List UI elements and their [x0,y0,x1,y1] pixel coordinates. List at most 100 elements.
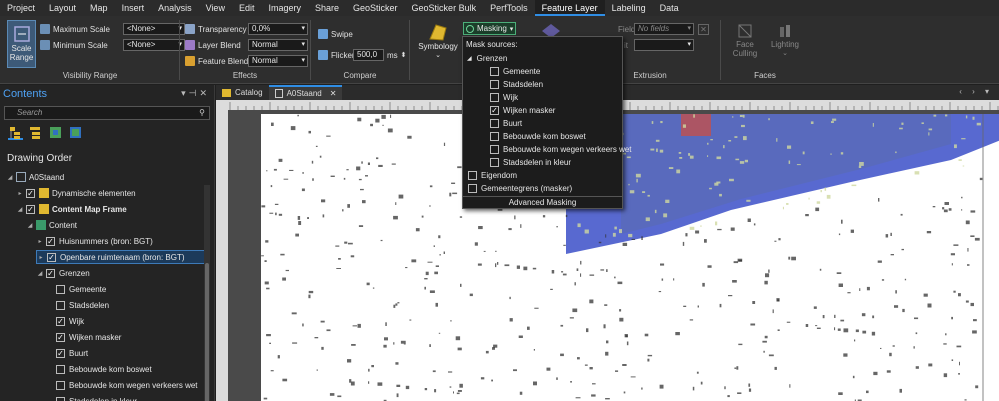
layer-blend-combo[interactable]: Normal ▾ [248,39,308,51]
layer-tree-item[interactable]: Gemeente [46,282,106,296]
field-combo[interactable]: No fields ▾ [634,23,694,35]
expand-icon[interactable]: ◢ [467,55,472,62]
layer-tree-item[interactable]: ◢ ✓ Grenzen [36,266,90,280]
transparency-input[interactable]: 0,0% ▾ [248,23,308,35]
masking-button[interactable]: Masking ▾ [463,22,516,35]
search-icon[interactable]: ⚲ [199,107,205,119]
mask-source-item[interactable]: Gemeente [490,65,540,78]
scrollbar-thumb[interactable] [205,263,209,401]
mask-source-checkbox[interactable] [490,145,499,154]
menu-item-view[interactable]: View [199,0,232,16]
visibility-checkbox[interactable]: ✓ [56,316,65,326]
tab-a0staand[interactable]: A0Staand ✕ [268,85,343,100]
layer-tree-item[interactable]: Bebouwde kom boswet [46,362,152,376]
mask-source-checkbox[interactable] [468,171,477,180]
visibility-checkbox[interactable]: ✓ [56,332,65,342]
layer-tree-item[interactable]: ▸ ✓ Dynamische elementen [16,186,136,200]
menu-item-perftools[interactable]: PerfTools [483,0,535,16]
expand-icon[interactable]: ▸ [37,254,45,261]
visibility-checkbox[interactable]: ✓ [46,268,55,278]
visibility-checkbox[interactable] [56,284,65,294]
search-input[interactable]: Search ⚲ [4,106,210,120]
visibility-checkbox[interactable]: ✓ [26,204,35,214]
mask-source-item[interactable]: Buurt [490,117,522,130]
menu-item-insert[interactable]: Insert [115,0,152,16]
mask-source-checkbox[interactable] [490,67,499,76]
menu-item-feature-layer[interactable]: Feature Layer [534,0,605,16]
mask-source-checkbox[interactable]: ✓ [490,106,499,115]
layer-tree-item[interactable]: ▸ ✓ Huisnummers (bron: BGT) [36,234,153,248]
flicker-input[interactable]: 500,0 [353,49,384,61]
mask-source-checkbox[interactable] [468,184,477,193]
menu-item-map[interactable]: Map [83,0,115,16]
map-frame[interactable] [261,114,999,401]
maximum-scale-combo[interactable]: <None> ▾ [123,23,185,35]
menu-item-analysis[interactable]: Analysis [151,0,199,16]
layer-tree-item[interactable]: Bebouwde kom wegen verkeers wet [46,378,198,392]
mask-source-item[interactable]: Wijk [490,91,518,104]
close-icon[interactable]: ✕ [199,88,210,98]
layer-tree-item[interactable]: ◢ Content [26,218,77,232]
menu-item-layout[interactable]: Layout [42,0,83,16]
drawing-order-icon[interactable] [8,125,23,140]
tab-scroll-arrows[interactable]: ‹ › ▾ [959,87,993,96]
layer-tree-item[interactable]: ◢ ✓ Content Map Frame [16,202,127,216]
tab-catalog[interactable]: Catalog [216,85,269,100]
expand-icon[interactable]: ◢ [26,222,34,229]
mask-source-item[interactable]: Eigendom [468,169,517,182]
visibility-checkbox[interactable] [56,396,65,401]
mask-source-checkbox[interactable] [490,158,499,167]
mask-source-item[interactable]: Bebouwde kom wegen verkeers wet [490,143,632,156]
expand-icon[interactable]: ▸ [16,190,24,197]
layer-tree-item[interactable]: Stadsdelen [46,298,109,312]
mask-source-item[interactable]: Stadsdelen in kleur [490,156,571,169]
layer-tree-item[interactable]: ✓ Wijken masker [46,330,121,344]
mask-source-item[interactable]: Stadsdelen [490,78,543,91]
expand-icon[interactable]: ▸ [36,238,44,245]
menu-item-geosticker[interactable]: GeoSticker [346,0,405,16]
mask-source-item[interactable]: ✓ Wijken masker [490,104,555,117]
menu-item-labeling[interactable]: Labeling [605,0,653,16]
mask-source-checkbox[interactable] [490,93,499,102]
minimum-scale-combo[interactable]: <None> ▾ [123,39,185,51]
unit-combo[interactable]: ▾ [634,39,694,51]
layer-tree-item[interactable]: ▸ ✓ Openbare ruimtenaam (bron: BGT) [36,250,206,264]
pane-menu-icon[interactable]: ▾ [181,88,189,98]
face-culling-button[interactable]: Face Culling [728,22,762,68]
menu-item-project[interactable]: Project [0,0,42,16]
close-tab-icon[interactable]: ✕ [330,89,337,98]
mask-source-checkbox[interactable] [490,119,499,128]
symbology-button[interactable]: Symbology ⌄ [417,22,459,70]
lighting-button[interactable]: Lighting ⌄ [768,22,802,68]
expand-icon[interactable]: ◢ [36,270,44,277]
visibility-checkbox[interactable] [56,380,65,390]
mask-group-grenzen[interactable]: ◢ Grenzen [467,52,507,65]
visibility-checkbox[interactable]: ✓ [26,188,35,198]
layer-tree-item[interactable]: ✓ Buurt [46,346,88,360]
visibility-checkbox[interactable]: ✓ [47,252,56,262]
expand-icon[interactable]: ◢ [6,174,14,181]
layer-tree-item[interactable]: ✓ Wijk [46,314,84,328]
visibility-checkbox[interactable] [56,300,65,310]
editing-icon[interactable] [68,125,83,140]
menu-item-share[interactable]: Share [308,0,346,16]
menu-item-edit[interactable]: Edit [232,0,262,16]
advanced-masking-button[interactable]: Advanced Masking [463,196,622,209]
layer-tree-item[interactable]: ◢ A0Staand [6,170,64,184]
mask-source-checkbox[interactable] [490,80,499,89]
mask-source-item[interactable]: Gemeentegrens (masker) [468,182,572,195]
feature-blend-combo[interactable]: Normal ▾ [248,55,308,67]
selection-icon[interactable] [48,125,63,140]
layer-tree-item[interactable]: Stadsdelen in kleur [46,394,137,401]
clear-icon[interactable]: ✕ [698,23,709,35]
spinner-icon[interactable]: ⬍ [401,51,407,59]
scrollbar[interactable] [204,185,210,401]
expand-icon[interactable]: ◢ [16,206,24,213]
swipe-button[interactable]: Swipe [318,29,353,39]
mask-source-item[interactable]: Bebouwde kom boswet [490,130,586,143]
visibility-checkbox[interactable]: ✓ [56,348,65,358]
menu-item-geosticker-bulk[interactable]: GeoSticker Bulk [405,0,484,16]
visibility-checkbox[interactable]: ✓ [46,236,55,246]
scale-range-button[interactable]: Scale Range [7,20,36,68]
menu-item-data[interactable]: Data [653,0,686,16]
